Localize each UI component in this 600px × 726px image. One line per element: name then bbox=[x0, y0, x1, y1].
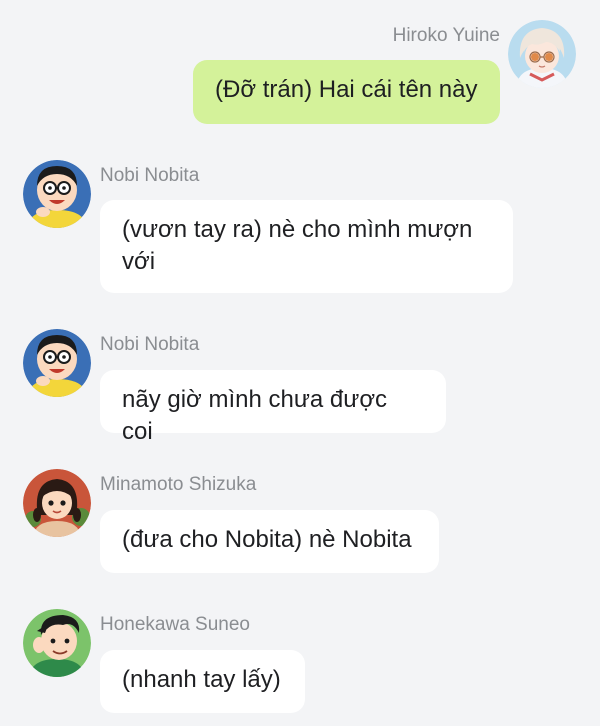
message-bubble[interactable]: (nhanh tay lấy) bbox=[100, 650, 305, 713]
message-text: (nhanh tay lấy) bbox=[122, 666, 281, 693]
chat-thread: Hiroko Yuine (Đỡ trán) Hai cái tên này N… bbox=[0, 0, 600, 726]
nobita-avatar[interactable] bbox=[23, 329, 91, 397]
shizuka-avatar[interactable] bbox=[23, 469, 91, 537]
message-bubble[interactable]: (Đỡ trán) Hai cái tên này bbox=[193, 60, 500, 124]
hiroko-avatar-image bbox=[508, 20, 576, 88]
suneo-avatar[interactable] bbox=[23, 609, 91, 677]
message-text: nãy giờ mình chưa được coi bbox=[122, 386, 388, 445]
shizuka-avatar-image bbox=[23, 469, 91, 537]
nobita-avatar[interactable] bbox=[23, 160, 91, 228]
message-bubble[interactable]: (vươn tay ra) nè cho mình mượn với bbox=[100, 200, 513, 293]
message-text: (Đỡ trán) Hai cái tên này bbox=[215, 76, 478, 103]
message-text: (đưa cho Nobita) nè Nobita bbox=[122, 526, 412, 553]
nobita-avatar-image bbox=[23, 160, 91, 228]
hiroko-avatar[interactable] bbox=[508, 20, 576, 88]
sender-name: Nobi Nobita bbox=[100, 334, 200, 355]
sender-name: Hiroko Yuine bbox=[392, 25, 500, 46]
suneo-avatar-image bbox=[23, 609, 91, 677]
sender-name: Honekawa Suneo bbox=[100, 614, 250, 635]
message-bubble[interactable]: nãy giờ mình chưa được coi bbox=[100, 370, 446, 445]
sender-name: Nobi Nobita bbox=[100, 165, 200, 186]
message-text: (vươn tay ra) nè cho mình mượn với bbox=[122, 216, 473, 275]
message-bubble[interactable]: (đưa cho Nobita) nè Nobita bbox=[100, 510, 439, 573]
sender-name: Minamoto Shizuka bbox=[100, 474, 257, 495]
nobita-avatar-image bbox=[23, 329, 91, 397]
